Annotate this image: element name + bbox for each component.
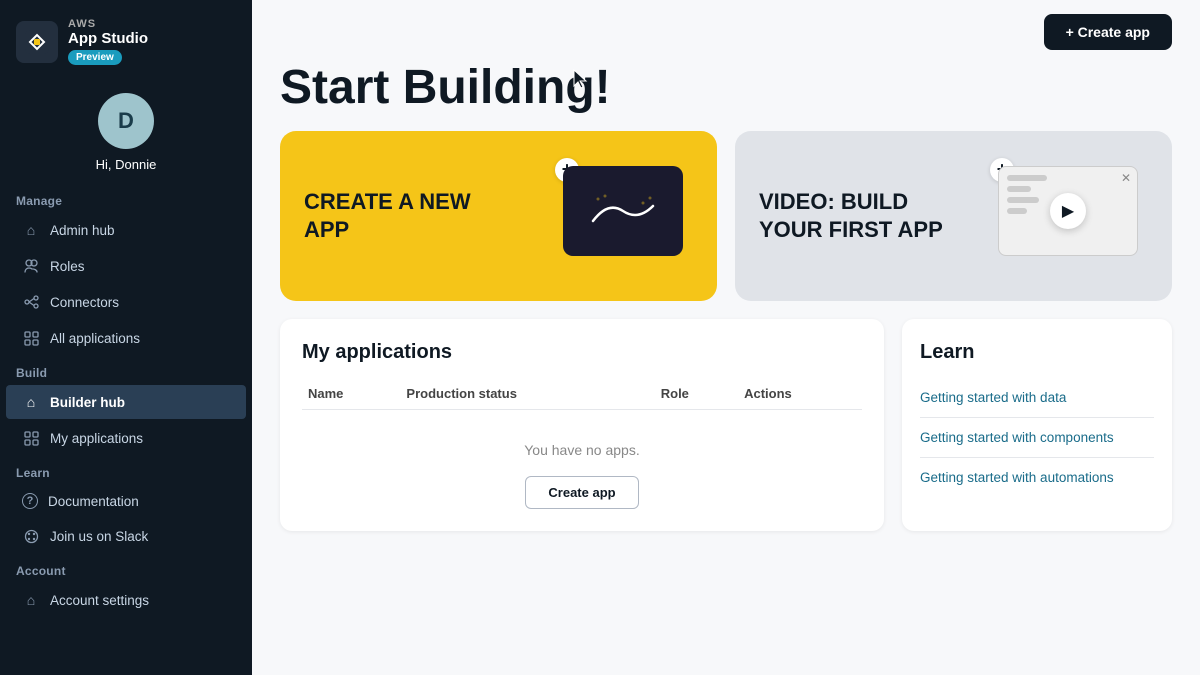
sidebar-item-documentation[interactable]: ? Documentation	[6, 485, 246, 517]
documentation-icon: ?	[22, 493, 38, 509]
col-actions: Actions	[738, 378, 862, 410]
learn-title: Learn	[920, 341, 1154, 364]
sidebar-item-label: Account settings	[50, 593, 149, 608]
sidebar-item-label: Admin hub	[50, 223, 115, 238]
ui-line	[1007, 197, 1039, 203]
video-card[interactable]: VIDEO: BUILD YOUR FIRST APP + ▶ ✕	[735, 131, 1172, 301]
connectors-icon	[22, 293, 40, 311]
section-label-account: Account	[0, 554, 252, 582]
create-app-small-button[interactable]: Create app	[525, 476, 638, 509]
sidebar-item-label: Builder hub	[50, 395, 125, 410]
builder-hub-icon: ⌂	[22, 393, 40, 411]
video-card-title: VIDEO: BUILD YOUR FIRST APP	[759, 188, 959, 243]
create-new-app-card[interactable]: CREATE A NEW APP +	[280, 131, 717, 301]
section-label-learn: Learn	[0, 456, 252, 484]
aws-label: AWS	[68, 18, 148, 30]
sidebar: AWS App Studio Preview D Hi, Donnie Mana…	[0, 0, 252, 675]
sidebar-item-label: My applications	[50, 431, 143, 446]
hero-cards: CREATE A NEW APP + VIDEO: BUILD YOUR FIR…	[252, 131, 1200, 319]
create-app-card-visual: +	[563, 166, 693, 266]
apps-table: Name Production status Role Actions	[302, 378, 862, 410]
sidebar-item-label: Roles	[50, 259, 85, 274]
apps-empty-message: You have no apps.	[302, 410, 862, 476]
slack-icon	[22, 527, 40, 545]
ui-line	[1007, 186, 1031, 192]
col-name: Name	[302, 378, 400, 410]
my-apps-icon	[22, 429, 40, 447]
learn-item-components[interactable]: Getting started with components	[920, 418, 1154, 458]
app-studio-label: App Studio	[68, 30, 148, 48]
col-production-status: Production status	[400, 378, 654, 410]
sidebar-item-label: Join us on Slack	[50, 529, 148, 544]
sidebar-item-label: All applications	[50, 331, 140, 346]
my-apps-title: My applications	[302, 341, 862, 364]
video-ui-lines	[1007, 175, 1047, 247]
main-content: + Create app Start Building! CREATE A NE…	[252, 0, 1200, 675]
sidebar-item-my-applications[interactable]: My applications	[6, 421, 246, 455]
play-button[interactable]: ▶	[1050, 193, 1086, 229]
sidebar-item-admin-hub[interactable]: ⌂ Admin hub	[6, 213, 246, 247]
col-role: Role	[655, 378, 738, 410]
close-icon: ✕	[1121, 171, 1131, 185]
sidebar-item-label: Documentation	[48, 494, 139, 509]
avatar: D	[98, 93, 154, 149]
ui-line	[1007, 208, 1027, 214]
sidebar-item-roles[interactable]: Roles	[6, 249, 246, 283]
user-profile-section: D Hi, Donnie	[0, 73, 252, 184]
learn-item-data[interactable]: Getting started with data	[920, 378, 1154, 418]
section-label-build: Build	[0, 356, 252, 384]
my-applications-panel: My applications Name Production status R…	[280, 319, 884, 531]
section-label-manage: Manage	[0, 184, 252, 212]
sidebar-item-all-applications[interactable]: All applications	[6, 321, 246, 355]
learn-panel: Learn Getting started with data Getting …	[902, 319, 1172, 531]
video-card-visual: + ▶ ✕	[998, 166, 1148, 266]
home-icon: ⌂	[22, 221, 40, 239]
main-header: + Create app	[252, 0, 1200, 50]
learn-item-automations[interactable]: Getting started with automations	[920, 458, 1154, 497]
sidebar-logo: AWS App Studio Preview	[0, 0, 252, 73]
create-app-screen	[563, 166, 683, 256]
app-studio-logo-icon	[16, 21, 58, 63]
user-greeting: Hi, Donnie	[96, 157, 157, 172]
sidebar-item-join-slack[interactable]: Join us on Slack	[6, 519, 246, 553]
roles-icon	[22, 257, 40, 275]
ui-line	[1007, 175, 1047, 181]
video-screen: ▶ ✕	[998, 166, 1138, 256]
hero-title: Start Building!	[252, 50, 1200, 131]
sidebar-item-label: Connectors	[50, 295, 119, 310]
logo-text: AWS App Studio Preview	[68, 18, 148, 65]
preview-badge: Preview	[68, 50, 122, 65]
all-apps-icon	[22, 329, 40, 347]
sidebar-item-builder-hub[interactable]: ⌂ Builder hub	[6, 385, 246, 419]
sidebar-item-connectors[interactable]: Connectors	[6, 285, 246, 319]
bottom-row: My applications Name Production status R…	[252, 319, 1200, 551]
sidebar-item-account-settings[interactable]: ⌂ Account settings	[6, 583, 246, 617]
account-settings-icon: ⌂	[22, 591, 40, 609]
create-app-button[interactable]: + Create app	[1044, 14, 1172, 50]
create-app-card-title: CREATE A NEW APP	[304, 188, 504, 243]
